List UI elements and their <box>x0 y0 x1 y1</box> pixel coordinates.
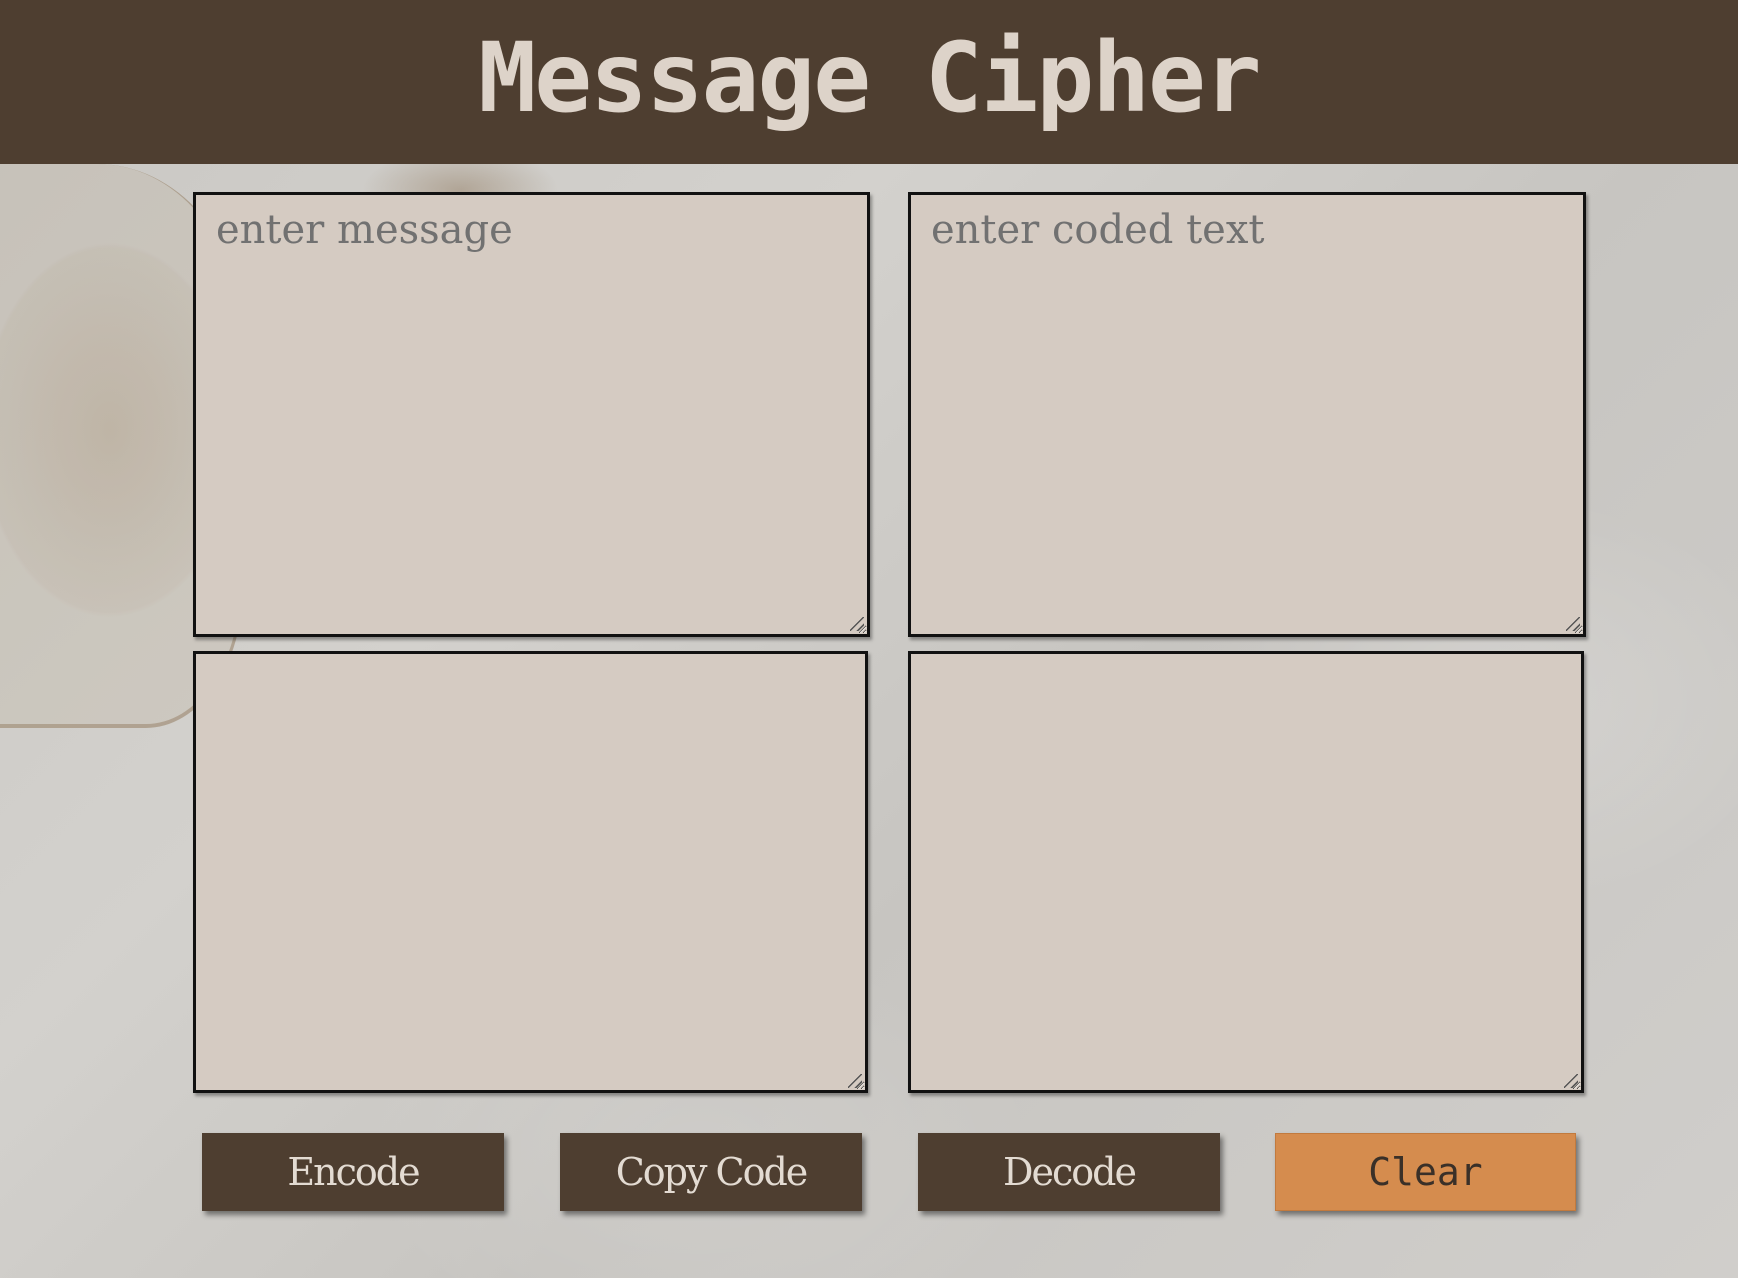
page-title: Message Cipher <box>478 22 1261 134</box>
copy-code-button[interactable]: Copy Code <box>560 1133 862 1211</box>
decode-button[interactable]: Decode <box>918 1133 1220 1211</box>
page-header: Message Cipher <box>0 0 1738 164</box>
clear-button[interactable]: Clear <box>1275 1133 1576 1211</box>
message-input[interactable] <box>193 192 870 637</box>
decoded-output[interactable] <box>908 651 1584 1093</box>
encode-button[interactable]: Encode <box>202 1133 504 1211</box>
encoded-output[interactable] <box>193 651 868 1093</box>
coded-text-input[interactable] <box>908 192 1586 637</box>
